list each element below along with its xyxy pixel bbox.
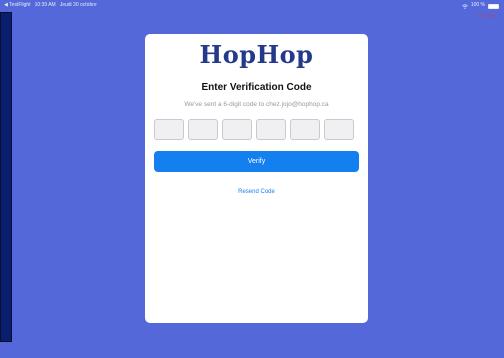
verification-card: HopHop Enter Verification Code We've sen… xyxy=(145,34,368,323)
code-input-row xyxy=(154,119,354,140)
back-arrow-icon: ◀ xyxy=(4,2,8,8)
debug-tag: Dev mode xyxy=(477,13,496,18)
status-right: 100 % xyxy=(462,0,499,10)
battery-icon xyxy=(488,3,499,9)
verify-button[interactable]: Verify xyxy=(154,151,359,172)
page-title: Enter Verification Code xyxy=(201,82,312,93)
source-app-label: TestFlight xyxy=(9,2,31,8)
status-time: 10:39 AM xyxy=(34,2,56,8)
code-sent-message: We've sent a 6-digit code to chez.jojo@h… xyxy=(184,101,329,108)
battery-percent: 100 % xyxy=(470,2,485,8)
code-digit-6[interactable] xyxy=(324,119,354,140)
status-date: Jeudi 30 octobre xyxy=(59,2,97,8)
side-panel-frame xyxy=(0,12,12,342)
battery-fill xyxy=(489,4,498,8)
wifi-icon xyxy=(462,3,468,9)
status-bar: ◀ TestFlight 10:39 AM Jeudi 30 octobre 1… xyxy=(0,0,504,10)
code-digit-2[interactable] xyxy=(188,119,218,140)
code-digit-4[interactable] xyxy=(256,119,286,140)
code-digit-3[interactable] xyxy=(222,119,252,140)
status-left: ◀ TestFlight 10:39 AM Jeudi 30 octobre xyxy=(4,0,97,10)
code-digit-5[interactable] xyxy=(290,119,320,140)
resend-code-link[interactable]: Resend Code xyxy=(145,189,368,195)
code-digit-1[interactable] xyxy=(154,119,184,140)
back-to-testflight[interactable]: ◀ TestFlight xyxy=(4,0,31,10)
app-logo: HopHop xyxy=(199,40,314,69)
